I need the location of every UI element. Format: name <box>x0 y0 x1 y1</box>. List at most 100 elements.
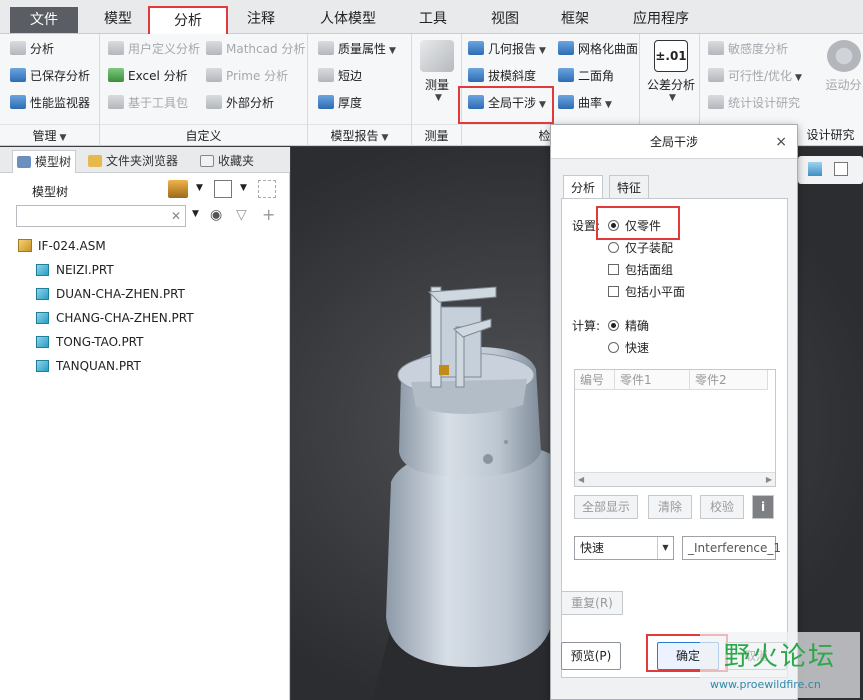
mesh-icon <box>558 41 574 55</box>
mass-properties-icon <box>318 41 334 55</box>
part-icon <box>36 360 49 372</box>
sensitivity-analysis-button[interactable]: 敏感度分析 <box>708 38 788 60</box>
tab-tools[interactable]: 工具 <box>398 6 468 33</box>
left-panel: 模型树 文件夹浏览器 收藏夹 模型树 ▼ ▼ ✕ ▼ ◉ ▽ + IF-024.… <box>0 147 290 700</box>
geometry-report-button[interactable]: 几何报告 ▼ <box>468 38 546 60</box>
tab-analysis-dialog[interactable]: 分析 <box>563 175 604 199</box>
add-icon[interactable]: + <box>262 205 275 224</box>
external-analysis-icon <box>206 95 222 109</box>
tolerance-icon: ±.01 <box>654 40 688 72</box>
group-label-model-report[interactable]: 模型报告 ▼ <box>308 124 411 146</box>
draft-button[interactable]: 拔模斜度 <box>468 65 536 87</box>
horizontal-scrollbar[interactable]: ◀ ▶ <box>575 472 775 486</box>
toolkit-based-button[interactable]: 基于工具包 <box>108 92 188 114</box>
radio-icon <box>608 220 619 231</box>
tab-feature[interactable]: 特征 <box>609 175 650 199</box>
part-icon <box>36 288 49 300</box>
short-edge-icon <box>318 68 334 82</box>
thickness-button[interactable]: 厚度 <box>318 92 362 114</box>
curvature-icon <box>558 95 574 109</box>
check-include-quilts[interactable]: 包括面组 <box>608 261 673 278</box>
tolerance-analysis-button[interactable]: ±.01 公差分析 ▼ <box>646 40 696 103</box>
close-icon[interactable]: × <box>775 125 787 159</box>
curvature-button[interactable]: 曲率 ▼ <box>558 92 612 114</box>
draft-icon <box>468 68 484 82</box>
sensitivity-icon <box>708 41 724 55</box>
performance-monitor-button[interactable]: 性能监视器 <box>10 92 90 114</box>
verify-button[interactable]: 校验 <box>700 495 744 519</box>
filter-icon[interactable]: ▽ <box>236 207 247 223</box>
find-icon[interactable]: ◉ <box>210 207 222 223</box>
tree-item-part[interactable]: NEIZI.PRT <box>36 260 114 280</box>
feasibility-button[interactable]: 可行性/优化 ▼ <box>708 65 802 87</box>
mass-properties-button[interactable]: 质量属性 ▼ <box>318 38 396 60</box>
radio-exact[interactable]: 精确 <box>608 317 649 334</box>
interference-results-table[interactable]: 编号 零件1 零件2 ◀ ▶ <box>574 369 776 487</box>
radio-quick[interactable]: 快速 <box>608 339 649 356</box>
tab-view[interactable]: 视图 <box>472 6 538 33</box>
repeat-button[interactable]: 重复(R) <box>561 591 623 615</box>
search-dropdown-icon[interactable]: ▼ <box>192 209 199 219</box>
tree-item-part[interactable]: DUAN-CHA-ZHEN.PRT <box>36 284 185 304</box>
gear-icon <box>826 40 861 72</box>
user-defined-analysis-button[interactable]: 用户定义分析 <box>108 38 200 60</box>
radio-parts-only[interactable]: 仅零件 <box>608 217 661 234</box>
show-dropdown-icon[interactable]: ▼ <box>240 183 247 193</box>
settings-icon[interactable] <box>168 180 188 198</box>
tab-applications[interactable]: 应用程序 <box>612 6 710 33</box>
tree-item-assembly[interactable]: IF-024.ASM <box>18 236 106 256</box>
measure-button[interactable]: 测量 ▼ <box>418 40 456 103</box>
view-page-icon[interactable] <box>834 162 848 176</box>
tree-item-part[interactable]: CHANG-CHA-ZHEN.PRT <box>36 308 194 328</box>
show-icon[interactable] <box>214 180 232 198</box>
external-analysis-button[interactable]: 外部分析 <box>206 92 274 114</box>
group-custom: 用户定义分析 Excel 分析 基于工具包 Mathcad 分析 Prime 分… <box>100 34 308 146</box>
meshed-surface-button[interactable]: 网格化曲面 <box>558 38 638 60</box>
forum-watermark: 野火论坛 www.proewildfire.cn <box>700 632 860 698</box>
tab-favorites[interactable]: 收藏夹 <box>196 150 258 173</box>
view-cube-icon[interactable] <box>808 162 822 176</box>
star-icon <box>200 155 214 167</box>
info-icon[interactable]: i <box>752 495 774 519</box>
tab-model[interactable]: 模型 <box>84 6 152 33</box>
show-all-button[interactable]: 全部显示 <box>574 495 638 519</box>
part-icon <box>36 264 49 276</box>
prime-icon <box>206 68 222 82</box>
thickness-icon <box>318 95 334 109</box>
preview-button[interactable]: 预览(P) <box>561 642 621 670</box>
radio-subassembly-only[interactable]: 仅子装配 <box>608 239 673 256</box>
tab-analysis[interactable]: 分析 <box>148 6 228 34</box>
statistical-study-button[interactable]: 统计设计研究 <box>708 92 800 114</box>
tree-item-part[interactable]: TONG-TAO.PRT <box>36 332 143 352</box>
clear-search-icon[interactable]: ✕ <box>171 209 181 223</box>
global-interference-button[interactable]: 全局干涉 ▼ <box>468 92 546 114</box>
tab-file[interactable]: 文件 <box>10 7 78 33</box>
analysis-icon <box>10 41 26 55</box>
mode-select[interactable]: 快速 ▼ <box>574 536 674 560</box>
excel-analysis-button[interactable]: Excel 分析 <box>108 65 188 87</box>
motion-button[interactable]: 运动分 <box>824 40 863 93</box>
ruler-icon <box>420 40 454 72</box>
tab-annotate[interactable]: 注释 <box>226 6 296 33</box>
analysis-button[interactable]: 分析 <box>10 38 54 60</box>
name-field[interactable]: _Interference_1 <box>682 536 781 560</box>
radio-icon <box>608 242 619 253</box>
tab-human-model[interactable]: 人体模型 <box>302 6 394 33</box>
radio-icon <box>608 320 619 331</box>
saved-analysis-button[interactable]: 已保存分析 <box>10 65 90 87</box>
filter-tree-icon[interactable] <box>258 180 276 198</box>
prime-analysis-button[interactable]: Prime 分析 <box>206 65 288 87</box>
short-edge-button[interactable]: 短边 <box>318 65 362 87</box>
tree-item-part[interactable]: TANQUAN.PRT <box>36 356 141 376</box>
check-include-facets[interactable]: 包括小平面 <box>608 283 685 300</box>
search-input[interactable]: ✕ <box>16 205 186 227</box>
settings-dropdown-icon[interactable]: ▼ <box>196 183 203 193</box>
tab-folder-browser[interactable]: 文件夹浏览器 <box>84 150 182 173</box>
dihedral-angle-button[interactable]: 二面角 <box>558 65 614 87</box>
group-label-manage[interactable]: 管理 ▼ <box>0 124 99 146</box>
dialog-title: 全局干涉 × <box>551 125 797 159</box>
tab-frame[interactable]: 框架 <box>542 6 608 33</box>
clear-button[interactable]: 清除 <box>648 495 692 519</box>
mathcad-analysis-button[interactable]: Mathcad 分析 <box>206 38 305 60</box>
tab-model-tree[interactable]: 模型树 <box>12 150 77 173</box>
